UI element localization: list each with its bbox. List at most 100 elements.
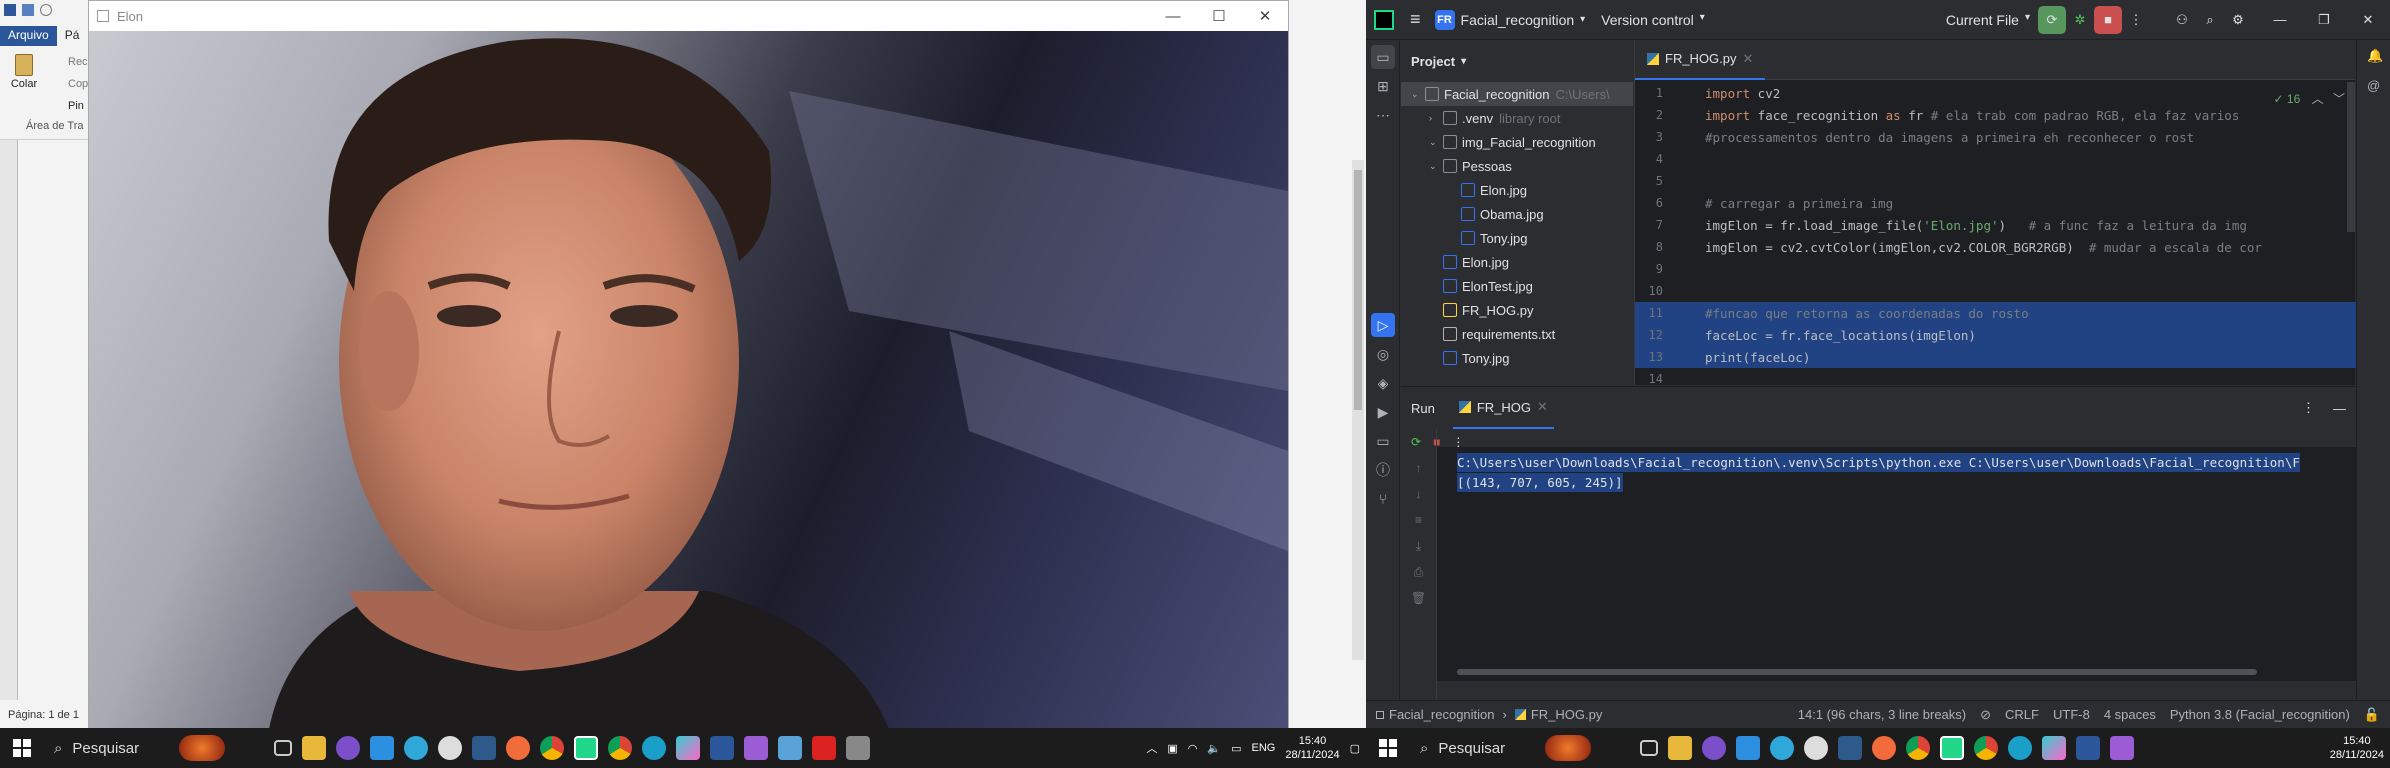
save-icon[interactable] bbox=[22, 4, 34, 16]
more-vertical-icon[interactable]: ⋮ bbox=[2302, 400, 2315, 416]
structure-icon[interactable]: ⊞ bbox=[1371, 74, 1395, 98]
layers-icon[interactable]: ◈ bbox=[1371, 371, 1395, 395]
code-line[interactable]: 2 import face_recognition as fr # ela tra… bbox=[1635, 104, 2356, 126]
code-line[interactable]: 9 bbox=[1635, 258, 2356, 280]
code-line[interactable]: 11 #funcao que retorna as coordenadas do … bbox=[1635, 302, 2356, 324]
terminal-icon[interactable] bbox=[1838, 736, 1862, 760]
clock[interactable]: 15:40 28/11/2024 bbox=[1285, 734, 1339, 762]
github-icon[interactable] bbox=[438, 736, 462, 760]
pdf-icon[interactable] bbox=[812, 736, 836, 760]
explorer-icon[interactable] bbox=[1668, 736, 1692, 760]
notepad-icon[interactable] bbox=[778, 736, 802, 760]
vscode-icon[interactable] bbox=[370, 736, 394, 760]
terminal-icon[interactable] bbox=[472, 736, 496, 760]
tab-arquivo[interactable]: Arquivo bbox=[0, 26, 57, 46]
close-tab-icon[interactable]: ✕ bbox=[1537, 399, 1548, 415]
console-output[interactable]: C:\Users\user\Downloads\Facial_recogniti… bbox=[1437, 447, 2356, 681]
print-icon[interactable]: ⎙ bbox=[1401, 559, 1436, 585]
readonly-toggle-icon[interactable]: ⊘ bbox=[1980, 707, 1991, 723]
tree-item[interactable]: › .venv library root bbox=[1401, 106, 1633, 130]
lock-icon[interactable]: 🔓 bbox=[2364, 707, 2380, 723]
git-icon[interactable]: ⑂ bbox=[1371, 487, 1395, 511]
code-line[interactable]: 5 bbox=[1635, 170, 2356, 192]
window-minimize-button[interactable]: — bbox=[2266, 6, 2294, 34]
taskbar-search[interactable]: ⌕ Pesquisar bbox=[1410, 728, 1640, 768]
minimize-panel-icon[interactable]: — bbox=[2333, 401, 2346, 416]
tree-item[interactable]: FR_HOG.py bbox=[1401, 298, 1633, 322]
paste-button[interactable]: Colar bbox=[10, 54, 38, 90]
code-line[interactable]: 8 imgElon = cv2.cvtColor(imgElon,cv2.COLO… bbox=[1635, 236, 2356, 258]
problems-icon[interactable]: ⓘ bbox=[1371, 458, 1395, 482]
close-tab-icon[interactable]: ✕ bbox=[1743, 51, 1754, 67]
postman-icon[interactable] bbox=[1872, 736, 1896, 760]
photos-icon[interactable] bbox=[846, 736, 870, 760]
cut-button[interactable]: Rec bbox=[68, 56, 88, 68]
tree-item[interactable]: Obama.jpg bbox=[1401, 202, 1633, 226]
pycharm-icon[interactable] bbox=[1940, 736, 1964, 760]
volume-icon[interactable]: 🔈 bbox=[1207, 742, 1221, 755]
code-line[interactable]: 1 import cv2 bbox=[1635, 82, 2356, 104]
paint-icon[interactable] bbox=[676, 736, 700, 760]
up-arrow-icon[interactable]: ↑ bbox=[1401, 455, 1436, 481]
search-icon[interactable]: ⌕ bbox=[2196, 6, 2224, 34]
close-button[interactable]: ✕ bbox=[1242, 1, 1288, 31]
wifi-icon[interactable]: ◠ bbox=[1188, 742, 1198, 755]
run-tab-fr-hog[interactable]: FR_HOG ✕ bbox=[1452, 387, 1554, 429]
notification-icon[interactable]: ▢ bbox=[1350, 742, 1360, 755]
copy-button[interactable]: Cop bbox=[68, 78, 88, 90]
code-line[interactable]: 10 bbox=[1635, 280, 2356, 302]
editor-tab-fr-hog[interactable]: FR_HOG.py ✕ bbox=[1635, 40, 1766, 80]
chrome-icon[interactable] bbox=[1906, 736, 1930, 760]
services-icon[interactable]: ▶ bbox=[1371, 400, 1395, 424]
pycharm-icon[interactable] bbox=[574, 736, 598, 760]
chevron-up-icon[interactable]: ︿ bbox=[1146, 740, 1157, 756]
app-icon[interactable] bbox=[1702, 736, 1726, 760]
maximize-button[interactable]: ☐ bbox=[1196, 1, 1242, 31]
settings-gear-icon[interactable]: ⚙ bbox=[2224, 6, 2252, 34]
window-restore-button[interactable]: ❐ bbox=[2310, 6, 2338, 34]
visual-studio-icon[interactable] bbox=[744, 736, 768, 760]
chrome-profile-icon[interactable] bbox=[608, 736, 632, 760]
taskbar-search[interactable]: ⌕ Pesquisar bbox=[44, 728, 274, 768]
github-icon[interactable] bbox=[1804, 736, 1828, 760]
down-arrow-icon[interactable]: ↓ bbox=[1401, 481, 1436, 507]
undo-icon[interactable] bbox=[40, 4, 52, 16]
notifications-bell-icon[interactable]: 🔔 bbox=[2367, 48, 2390, 64]
ai-assistant-icon[interactable]: @ bbox=[2367, 78, 2390, 93]
add-user-icon[interactable]: ⚇ bbox=[2168, 6, 2196, 34]
tree-item[interactable]: ⌄ Facial_recognition C:\Users\ bbox=[1401, 82, 1633, 106]
edge-icon-2[interactable] bbox=[2008, 736, 2032, 760]
word-icon-task[interactable] bbox=[2076, 736, 2100, 760]
chrome-icon[interactable] bbox=[540, 736, 564, 760]
tree-item[interactable]: Tony.jpg bbox=[1401, 226, 1633, 250]
more-vertical-icon[interactable]: ⋮ bbox=[2122, 6, 2150, 34]
code-line[interactable]: 6 # carregar a primeira img bbox=[1635, 192, 2356, 214]
code-line[interactable]: 7 imgElon = fr.load_image_file('Elon.jpg'… bbox=[1635, 214, 2356, 236]
edge-icon-2[interactable] bbox=[642, 736, 666, 760]
word-icon-task[interactable] bbox=[710, 736, 734, 760]
language-indicator[interactable]: ENG bbox=[1252, 742, 1276, 754]
tab-pagina[interactable]: Pá bbox=[57, 26, 88, 46]
paint-icon[interactable] bbox=[2042, 736, 2066, 760]
format-painter-button[interactable]: Pin bbox=[68, 100, 84, 112]
app-icon[interactable] bbox=[336, 736, 360, 760]
visual-studio-icon[interactable] bbox=[2110, 736, 2134, 760]
code-line[interactable]: 12 faceLoc = fr.face_locations(imgElon) bbox=[1635, 324, 2356, 346]
image-window-titlebar[interactable]: Elon — ☐ ✕ bbox=[89, 1, 1288, 31]
tree-item[interactable]: ElonTest.jpg bbox=[1401, 274, 1633, 298]
project-header[interactable]: Project ▾ bbox=[1401, 40, 1633, 82]
tree-item[interactable]: ⌄ img_Facial_recognition bbox=[1401, 130, 1633, 154]
tray-app-icon[interactable]: ▣ bbox=[1167, 742, 1177, 755]
debug-bug-icon[interactable]: ✲ bbox=[2066, 6, 2094, 34]
project-folder-icon[interactable]: ▭ bbox=[1371, 45, 1395, 69]
tree-item[interactable]: requirements.txt bbox=[1401, 322, 1633, 346]
tree-item[interactable]: Elon.jpg bbox=[1401, 250, 1633, 274]
word-scrollbar-thumb[interactable] bbox=[1354, 170, 1362, 410]
breadcrumb-file[interactable]: FR_HOG.py bbox=[1531, 707, 1603, 722]
stop-button[interactable]: ■ bbox=[2094, 5, 2122, 34]
clock[interactable]: 15:40 28/11/2024 bbox=[2330, 734, 2384, 762]
file-encoding[interactable]: UTF-8 bbox=[2053, 707, 2090, 722]
battery-icon[interactable]: ▭ bbox=[1231, 742, 1241, 755]
code-line[interactable]: 3 #processamentos dentro da imagens a pri… bbox=[1635, 126, 2356, 148]
edge-icon[interactable] bbox=[1770, 736, 1794, 760]
